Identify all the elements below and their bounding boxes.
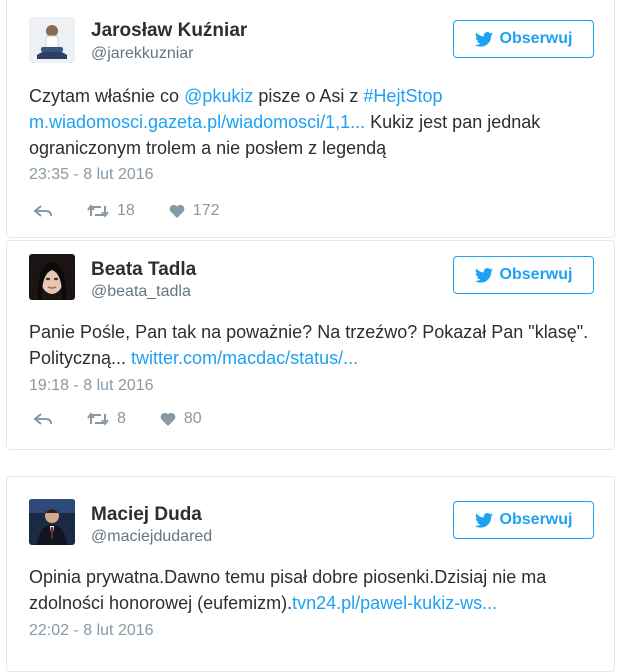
- reply-button[interactable]: [33, 204, 53, 218]
- mention-link[interactable]: @pkukiz: [184, 86, 253, 106]
- user-handle[interactable]: @beata_tadla: [91, 283, 191, 301]
- user-handle[interactable]: @maciejdudared: [91, 528, 212, 546]
- reply-button[interactable]: [33, 412, 53, 426]
- avatar[interactable]: [29, 17, 75, 63]
- heart-icon: [160, 412, 176, 426]
- url-link[interactable]: tvn24.pl/pawel-kukiz-ws...: [292, 593, 497, 613]
- like-button[interactable]: 172: [169, 202, 220, 220]
- retweet-button[interactable]: 18: [87, 202, 135, 220]
- tweet-text: Panie Pośle, Pan tak na poważnie? Na trz…: [29, 319, 604, 371]
- like-count: 80: [183, 410, 202, 427]
- url-link[interactable]: m.wiadomosci.gazeta.pl/wiadomosci/1,1...: [29, 112, 365, 132]
- tweet-card: Beata Tadla @beata_tadla Obserwuj Panie …: [6, 240, 615, 450]
- tweet-timestamp[interactable]: 22:02 - 8 lut 2016: [29, 622, 154, 640]
- retweet-button[interactable]: 8: [87, 410, 126, 428]
- tweet-timestamp[interactable]: 19:18 - 8 lut 2016: [29, 377, 154, 395]
- tweet-actions: 18 172: [33, 200, 254, 222]
- heart-icon: [169, 204, 185, 218]
- url-link[interactable]: twitter.com/macdac/status/...: [131, 348, 358, 368]
- text-segment: Czytam właśnie co: [29, 86, 185, 106]
- twitter-bird-icon: [474, 512, 493, 528]
- user-name[interactable]: Jarosław Kuźniar: [91, 20, 247, 42]
- tweet-timestamp[interactable]: 23:35 - 8 lut 2016: [29, 166, 154, 184]
- follow-label: Obserwuj: [499, 266, 573, 283]
- user-name[interactable]: Maciej Duda: [91, 504, 202, 526]
- tweet-text: Czytam właśnie co @pkukiz pisze o Asi z …: [29, 83, 604, 161]
- hashtag-link[interactable]: #HejtStop: [363, 86, 442, 106]
- retweet-count: 18: [117, 202, 135, 219]
- follow-label: Obserwuj: [499, 511, 573, 528]
- like-button[interactable]: 80: [160, 410, 202, 428]
- tweet-text: Opinia prywatna.Dawno temu pisał dobre p…: [29, 564, 604, 616]
- user-name[interactable]: Beata Tadla: [91, 259, 196, 281]
- tweet-card: Jarosław Kuźniar @jarekkuzniar Obserwuj …: [6, 0, 615, 238]
- avatar[interactable]: [29, 254, 75, 300]
- follow-button[interactable]: Obserwuj: [453, 256, 594, 294]
- follow-button[interactable]: Obserwuj: [453, 20, 594, 58]
- follow-label: Obserwuj: [499, 30, 573, 47]
- reply-icon: [33, 413, 52, 425]
- retweet-count: 8: [117, 410, 126, 427]
- avatar[interactable]: [29, 499, 75, 545]
- user-handle[interactable]: @jarekkuzniar: [91, 45, 194, 63]
- tweet-actions: 8 80: [33, 408, 236, 430]
- reply-icon: [33, 205, 52, 217]
- text-segment: pisze o Asi z: [253, 86, 364, 106]
- tweet-card: Maciej Duda @maciejdudared Obserwuj Opin…: [6, 476, 615, 672]
- retweet-icon: [87, 204, 109, 218]
- follow-button[interactable]: Obserwuj: [453, 501, 594, 539]
- like-count: 172: [192, 202, 220, 219]
- twitter-bird-icon: [474, 31, 493, 47]
- twitter-bird-icon: [474, 267, 493, 283]
- retweet-icon: [87, 412, 109, 426]
